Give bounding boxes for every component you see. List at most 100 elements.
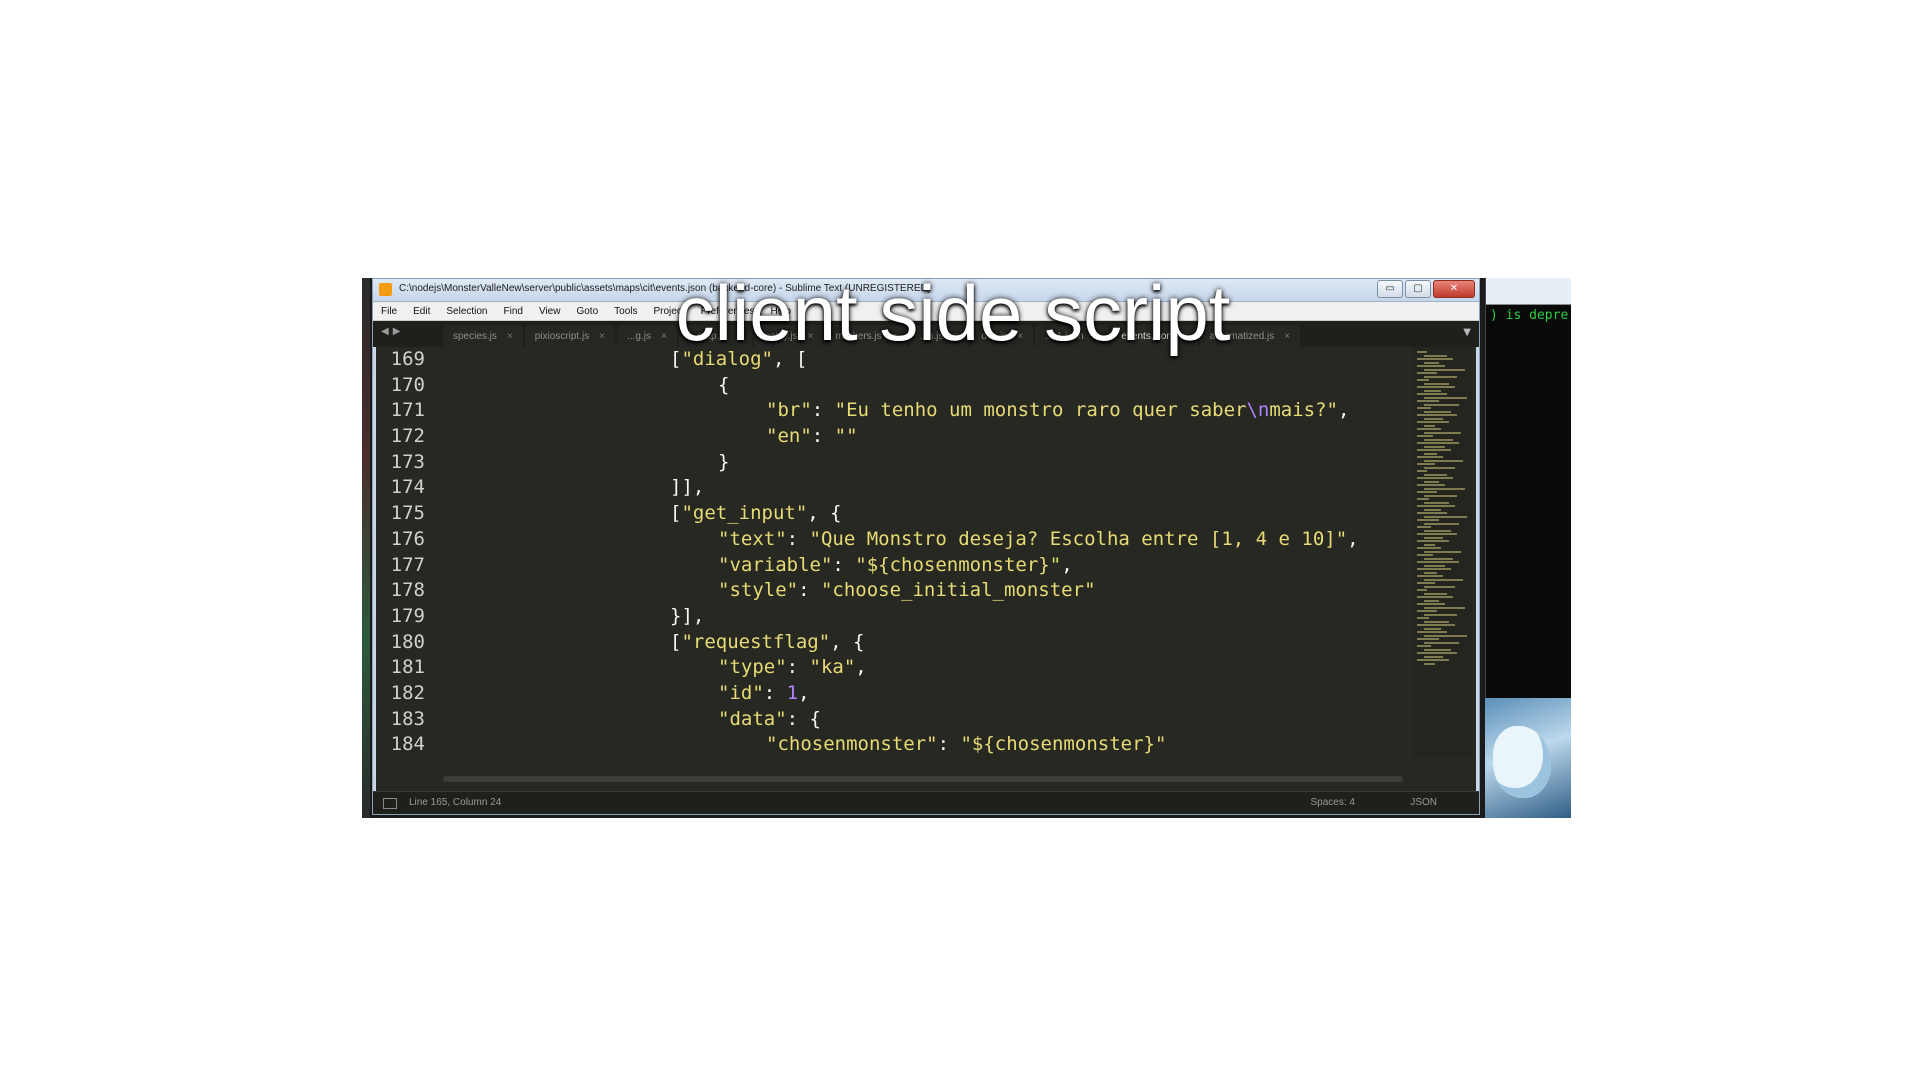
minimap-line <box>1424 508 1441 511</box>
code-line: 184 "chosenmonster": "${chosenmonster}" <box>373 732 1413 758</box>
line-number: 175 <box>390 502 425 525</box>
line-code: "id": 1, <box>425 681 810 707</box>
code-editor[interactable]: 169 ["dialog", [170{171 "br": "Eu tenho um… <box>373 347 1413 767</box>
minimap-line <box>1424 550 1461 553</box>
minimap-line <box>1417 610 1437 612</box>
minimap-line <box>1417 554 1433 556</box>
minimap-line <box>1417 449 1451 451</box>
minimap-line <box>1417 540 1449 542</box>
code-token: : <box>937 733 961 756</box>
minimap-line <box>1417 407 1431 409</box>
minimap-line <box>1424 452 1437 455</box>
code-token: , { <box>807 502 842 525</box>
line-code: "text": "Que Monstro deseja? Escolha ent… <box>425 527 1359 553</box>
code-token: } <box>718 450 730 473</box>
minimap-line <box>1424 417 1443 420</box>
minimap-line <box>1417 568 1451 570</box>
code-line: 170 { <box>373 373 1413 399</box>
minimap-line <box>1424 438 1453 441</box>
minimap-line <box>1417 358 1453 360</box>
line-code: { <box>425 373 729 399</box>
minimap-line <box>1424 536 1443 539</box>
code-token: , <box>1061 553 1073 576</box>
code-token: , <box>1338 399 1350 422</box>
minimap-line <box>1424 522 1459 525</box>
minimap-line <box>1417 512 1447 514</box>
minimap-line <box>1417 561 1459 563</box>
minimap-line <box>1424 627 1441 630</box>
code-token: : <box>786 527 810 550</box>
code-token: "variable" <box>718 553 833 576</box>
line-code: ["get_input", { <box>425 501 842 527</box>
minimap-line <box>1424 480 1439 483</box>
minimap-line <box>1417 491 1437 493</box>
code-token: : { <box>786 707 821 730</box>
minimap-line <box>1417 379 1429 381</box>
line-code: "chosenmonster": "${chosenmonster}" <box>425 732 1166 758</box>
background-window-edge <box>362 278 370 818</box>
line-code: "br": "Eu tenho um monstro raro quer sab… <box>425 398 1349 424</box>
minimap-line <box>1417 589 1427 591</box>
code-token: "ka" <box>809 656 856 679</box>
code-token: "Que Monstro deseja? Escolha entre [1, 4… <box>809 527 1348 550</box>
line-number: 179 <box>390 604 425 627</box>
video-frame: ) is depre C:\nodejs\MonsterValleNew\ser… <box>362 278 1571 818</box>
background-artwork <box>1485 698 1571 818</box>
minimap-line <box>1424 557 1453 560</box>
code-line: 182 "id": 1, <box>373 681 1413 707</box>
status-indentation[interactable]: Spaces: 4 <box>1311 797 1355 808</box>
code-line: 178 "style": "choose_initial_monster" <box>373 578 1413 604</box>
line-number: 182 <box>390 681 425 704</box>
minimap-line <box>1424 459 1463 462</box>
line-number: 177 <box>390 553 425 576</box>
minimap-line <box>1424 571 1437 574</box>
code-line: 175 ["get_input", { <box>373 501 1413 527</box>
minimap-line <box>1424 564 1445 567</box>
line-code: "style": "choose_initial_monster" <box>425 578 1096 604</box>
monster-art <box>1493 726 1551 798</box>
minimap-line <box>1424 466 1455 469</box>
minimap-line <box>1417 526 1431 528</box>
line-number: 171 <box>390 399 425 422</box>
minimap-line <box>1417 393 1447 395</box>
status-syntax[interactable]: JSON <box>1410 797 1437 808</box>
panel-toggle-icon[interactable] <box>383 798 397 809</box>
code-token: [ <box>670 630 682 653</box>
minimap-line <box>1424 585 1455 588</box>
sublime-editor-window: C:\nodejs\MonsterValleNew\server\public\… <box>372 278 1480 815</box>
code-token: "requestflag" <box>681 630 831 653</box>
code-token: "" <box>834 425 858 448</box>
minimap-line <box>1417 470 1427 472</box>
code-token: "text" <box>718 527 787 550</box>
minimap-line <box>1417 365 1445 367</box>
code-token: , <box>798 681 810 704</box>
code-token: ]], <box>670 476 705 499</box>
code-line: 176 "text": "Que Monstro deseja? Escolha … <box>373 527 1413 553</box>
minimap-line <box>1417 519 1439 521</box>
minimap[interactable] <box>1413 347 1473 757</box>
minimap-line <box>1424 599 1439 602</box>
minimap-line <box>1417 652 1457 654</box>
code-token: "id" <box>718 681 764 704</box>
minimap-line <box>1424 445 1445 448</box>
code-token: "get_input" <box>681 502 808 525</box>
line-number: 181 <box>390 656 425 679</box>
line-number: 180 <box>390 630 425 653</box>
line-number: 172 <box>390 425 425 448</box>
code-token: : <box>832 553 856 576</box>
minimap-line <box>1417 638 1439 640</box>
minimap-line <box>1424 431 1461 434</box>
code-token: "${chosenmonster}" <box>855 553 1062 576</box>
line-number: 178 <box>390 579 425 602</box>
code-token: , <box>1347 527 1359 550</box>
line-code: "en": "" <box>425 424 858 450</box>
horizontal-scrollbar[interactable] <box>443 776 1403 782</box>
minimap-line <box>1424 529 1451 532</box>
minimap-line <box>1424 473 1447 476</box>
code-line: 180 ["requestflag", { <box>373 630 1413 656</box>
line-code: "type": "ka", <box>425 655 867 681</box>
code-token: }], <box>670 604 705 627</box>
line-number: 173 <box>390 450 425 473</box>
minimap-line <box>1424 620 1449 623</box>
minimap-line <box>1417 582 1435 584</box>
